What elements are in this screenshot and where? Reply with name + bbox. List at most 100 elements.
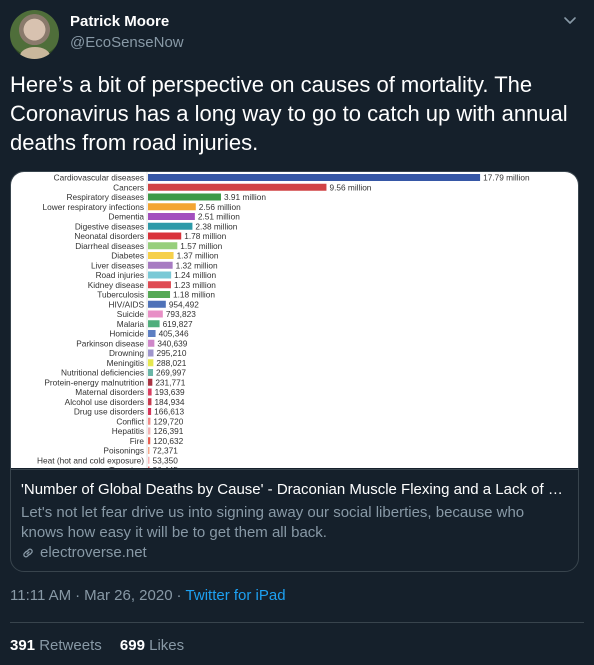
- link-card[interactable]: Cardiovascular diseases 17.79 million Canc…: [10, 171, 579, 572]
- chart-bar: [148, 417, 151, 425]
- chart-category-label: Fire: [130, 436, 145, 446]
- chart-bar: [148, 183, 327, 191]
- chart-value-label: 184,934: [154, 397, 184, 407]
- card-image-chart: Cardiovascular diseases 17.79 million Canc…: [11, 172, 578, 468]
- chart-bar: [148, 398, 152, 406]
- retweets-label: Retweets: [39, 637, 102, 654]
- chart-category-label: Alcohol use disorders: [65, 397, 144, 407]
- chart-category-label: Nutritional deficiencies: [61, 368, 144, 378]
- avatar-shirt: [20, 47, 50, 59]
- chart-bar: [148, 291, 171, 298]
- chart-bar: [148, 339, 155, 347]
- chart-value-label: 405,346: [159, 329, 189, 339]
- chart-category-label: Dementia: [108, 212, 144, 222]
- chart-bar: [148, 349, 154, 357]
- card-description: Let's not let fear drive us into signing…: [21, 504, 525, 541]
- chart-category-label: Cancers: [113, 182, 144, 192]
- chart-category-label: Respiratory diseases: [67, 192, 144, 202]
- card-meta: 'Number of Global Deaths by Cause' - Dra…: [11, 469, 578, 571]
- avatar[interactable]: [10, 10, 59, 59]
- link-icon: [23, 548, 33, 557]
- chart-category-label: Poisonings: [103, 446, 144, 456]
- chart-category-label: Hepatitis: [112, 426, 144, 436]
- chart-category-label: Lower respiratory infections: [43, 202, 144, 212]
- chart-value-label: 1.23 million: [174, 280, 216, 290]
- card-title: 'Number of Global Deaths by Cause' - Dra…: [21, 481, 568, 498]
- chart-bar: [148, 232, 182, 240]
- chart-bar: [148, 330, 156, 337]
- chart-value-label: 3.91 million: [224, 192, 266, 202]
- chart-bar: [148, 320, 160, 328]
- card-domain-text: electroverse.net: [40, 544, 147, 561]
- chart-bar: [148, 456, 150, 464]
- chart-bar: [148, 252, 174, 259]
- chevron-down-icon[interactable]: [562, 12, 578, 28]
- chart-category-label: Road injuries: [96, 270, 144, 280]
- chart-category-label: Digestive diseases: [75, 221, 144, 231]
- tweet-source-link[interactable]: Twitter for iPad: [186, 587, 286, 604]
- chart-value-label: 2.56 million: [199, 202, 241, 212]
- chart-category-label: Diarrheal diseases: [75, 241, 144, 251]
- chart-value-label: 9.56 million: [329, 182, 371, 192]
- chart-category-label: Malaria: [117, 319, 145, 329]
- tweet-time[interactable]: 11:11 AM: [10, 587, 71, 604]
- chart-value-label: 17.79 million: [483, 173, 530, 183]
- tweet-stats: 391 Retweets 699 Likes: [10, 637, 198, 654]
- chart-bar: [148, 369, 154, 376]
- chart-category-label: Terrorism: [109, 465, 144, 468]
- display-name[interactable]: Patrick Moore: [70, 13, 169, 30]
- retweets-stat[interactable]: 391 Retweets: [10, 637, 102, 654]
- chart-value-label: 26,445: [153, 465, 179, 468]
- chart-bar: [148, 242, 178, 250]
- likes-stat[interactable]: 699 Likes: [120, 637, 184, 654]
- chart-value-label: 126,391: [153, 426, 183, 436]
- chart-category-label: Liver diseases: [91, 260, 144, 270]
- chart-bar: [148, 359, 154, 367]
- chart-bar: [148, 310, 163, 318]
- chart-category-label: Meningitis: [107, 358, 144, 368]
- chart-value-label: 2.38 million: [195, 221, 237, 231]
- chart-category-label: Drug use disorders: [74, 407, 144, 417]
- chart-value-label: 193,639: [155, 387, 185, 397]
- chart-bar: [148, 203, 196, 211]
- chart-value-label: 129,720: [153, 416, 183, 426]
- chart-bar: [148, 447, 150, 454]
- chart-value-label: 120,632: [153, 436, 183, 446]
- chart-category-label: Diabetes: [111, 251, 144, 261]
- chart-value-label: 295,210: [157, 348, 187, 358]
- chart-value-label: 72,371: [153, 446, 179, 456]
- retweets-count: 391: [10, 637, 36, 654]
- chart-value-label: 340,639: [157, 338, 187, 348]
- card-domain: electroverse.net: [21, 544, 147, 561]
- chart-value-label: 269,997: [156, 368, 186, 378]
- chart-value-label: 1.37 million: [177, 251, 219, 261]
- chart-category-label: Drowning: [109, 348, 144, 358]
- chart-bar: [148, 271, 172, 279]
- chart-value-label: 53,350: [153, 455, 179, 465]
- chart-value-label: 1.78 million: [184, 231, 226, 241]
- chart-value-label: 954,492: [169, 299, 199, 309]
- chart-bar: [148, 427, 151, 435]
- chart-bar: [148, 408, 152, 415]
- chart-bar: [148, 388, 152, 396]
- chart-bar: [148, 300, 166, 308]
- chart-bar: [148, 261, 173, 269]
- deaths-by-cause-chart: Cardiovascular diseases 17.79 million Canc…: [37, 172, 530, 468]
- likes-count: 699: [119, 637, 145, 654]
- chart-category-label: Protein-energy malnutrition: [44, 377, 144, 387]
- chart-value-label: 1.57 million: [180, 241, 222, 251]
- chart-bar: [148, 213, 195, 220]
- chart-category-label: Cardiovascular diseases: [54, 173, 144, 183]
- chart-value-label: 619,827: [163, 319, 193, 329]
- chart-category-label: Neonatal disorders: [74, 231, 144, 241]
- chart-bar: [148, 193, 221, 201]
- chart-category-label: Conflict: [116, 416, 144, 426]
- tweet-text: Here’s a bit of perspective on causes of…: [10, 72, 574, 155]
- user-handle[interactable]: @EcoSenseNow: [70, 34, 184, 51]
- chart-category-label: Parkinson disease: [76, 338, 144, 348]
- tweet-date[interactable]: Mar 26, 2020: [84, 587, 172, 604]
- chart-bar: [148, 174, 481, 181]
- chart-value-label: 1.32 million: [176, 260, 218, 270]
- separator-dot: ·: [75, 587, 81, 604]
- divider: [10, 622, 584, 623]
